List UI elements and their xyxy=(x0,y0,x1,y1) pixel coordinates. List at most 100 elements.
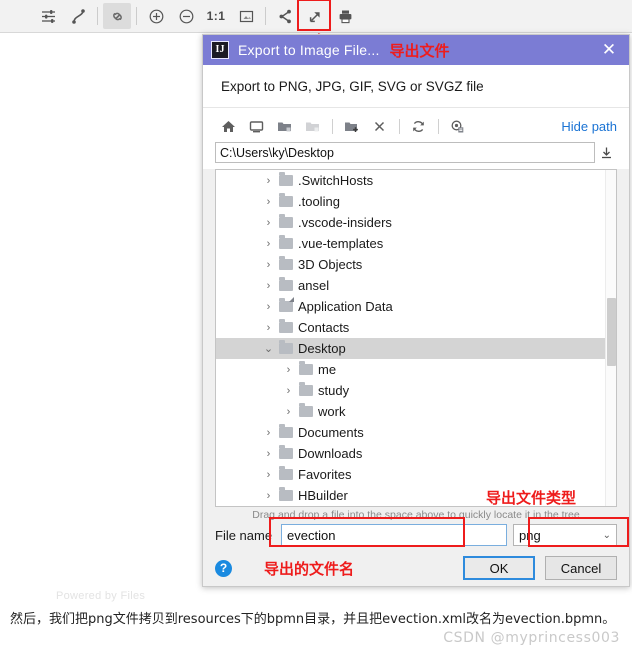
tree-row[interactable]: › Application Data xyxy=(216,296,605,317)
tree-row-label: HBuilder xyxy=(298,488,348,503)
tree-scrollbar-thumb[interactable] xyxy=(607,298,616,366)
delete-icon[interactable] xyxy=(366,115,392,137)
tree-row[interactable]: › study xyxy=(216,380,605,401)
path-toolbar-divider xyxy=(332,118,333,134)
chevron-right-icon[interactable]: › xyxy=(262,427,275,439)
toolbar-divider xyxy=(97,7,98,25)
chevron-right-icon[interactable]: › xyxy=(262,448,275,460)
export-image-icon[interactable] xyxy=(297,0,331,31)
tree-row-label: Desktop xyxy=(298,341,346,356)
tree-row-label: .tooling xyxy=(298,194,340,209)
tree-row[interactable]: › 3D Objects xyxy=(216,254,605,275)
folder-icon xyxy=(279,277,293,291)
tree-row-label: .vue-templates xyxy=(298,236,384,251)
tree-row[interactable]: › ansel xyxy=(216,275,605,296)
chevron-right-icon[interactable]: › xyxy=(262,259,275,271)
drag-drop-hint: Drag and drop a file into the space abov… xyxy=(203,507,629,522)
dialog-title: Export to Image File... xyxy=(238,42,380,58)
desktop-icon[interactable] xyxy=(243,115,269,137)
refresh-icon[interactable] xyxy=(405,115,431,137)
toolbar-divider-3 xyxy=(265,7,266,25)
path-dropdown-icon[interactable] xyxy=(595,146,617,159)
tree-row[interactable]: › Documents xyxy=(216,422,605,443)
home-icon[interactable] xyxy=(215,115,241,137)
dialog-titlebar: IJ Export to Image File... 导出文件 ✕ xyxy=(203,35,629,65)
show-hidden-files-icon[interactable] xyxy=(444,115,470,137)
chevron-right-icon[interactable]: › xyxy=(282,364,295,376)
tree-row-label: Favorites xyxy=(298,467,352,482)
tree-row-label: .SwitchHosts xyxy=(298,173,374,188)
chevron-right-icon[interactable]: › xyxy=(262,469,275,481)
tree-row[interactable]: › Downloads xyxy=(216,443,605,464)
help-icon[interactable]: ? xyxy=(215,559,232,577)
export-image-dialog: IJ Export to Image File... 导出文件 ✕ Export… xyxy=(202,34,630,587)
filetype-annotation-text: 导出文件类型 xyxy=(486,489,577,507)
directory-tree-rows: › .SwitchHosts › .tooling › .vscode-insiders ›… xyxy=(216,170,605,506)
dialog-subtitle: Export to PNG, JPG, GIF, SVG or SVGZ fil… xyxy=(203,65,629,108)
chevron-right-icon[interactable]: › xyxy=(262,196,275,208)
folder-icon xyxy=(279,235,293,249)
folder-icon xyxy=(299,382,313,396)
folder-icon xyxy=(279,193,293,207)
folder-expand-icon[interactable] xyxy=(271,115,297,137)
article-body-text: 然后，我们把png文件拷贝到resources下的bpmn目录，并且把evect… xyxy=(10,612,616,627)
file-format-select[interactable]: png ⌄ xyxy=(513,524,617,546)
link-attach-icon[interactable] xyxy=(103,3,131,29)
fit-to-screen-icon[interactable] xyxy=(232,3,260,29)
chevron-down-icon: ⌄ xyxy=(602,529,611,541)
print-icon[interactable] xyxy=(331,3,359,29)
tree-row[interactable]: › .vscode-insiders xyxy=(216,212,605,233)
tree-row-label: 3D Objects xyxy=(298,257,363,272)
path-toolbar-divider-2 xyxy=(399,118,400,134)
chevron-right-icon[interactable]: › xyxy=(262,322,275,334)
chevron-right-icon[interactable]: › xyxy=(262,490,275,502)
chevron-right-icon[interactable]: › xyxy=(282,406,295,418)
path-input[interactable]: C:\Users\ky\Desktop xyxy=(215,142,595,163)
zoom-actual-size-label: 1:1 xyxy=(206,9,226,23)
ok-button[interactable]: OK xyxy=(463,556,535,580)
folder-icon xyxy=(279,172,293,186)
tree-row[interactable]: › me xyxy=(216,359,605,380)
zoom-in-icon[interactable] xyxy=(142,3,170,29)
share-icon[interactable] xyxy=(271,3,299,29)
chevron-right-icon[interactable]: › xyxy=(262,175,275,187)
cancel-button[interactable]: Cancel xyxy=(545,556,617,580)
settings-sliders-icon[interactable] xyxy=(34,3,62,29)
chevron-right-icon[interactable]: › xyxy=(262,238,275,250)
zoom-actual-size-icon[interactable]: 1:1 xyxy=(202,3,230,29)
folder-icon xyxy=(279,340,293,354)
tree-row-label: Downloads xyxy=(298,446,363,461)
tree-row[interactable]: › .SwitchHosts xyxy=(216,170,605,191)
chevron-right-icon[interactable]: › xyxy=(262,301,275,313)
zoom-out-icon[interactable] xyxy=(172,3,200,29)
tree-row[interactable]: › Contacts xyxy=(216,317,605,338)
directory-tree[interactable]: › .SwitchHosts › .tooling › .vscode-insiders ›… xyxy=(215,169,617,507)
tree-row[interactable]: › work xyxy=(216,401,605,422)
hide-path-link[interactable]: Hide path xyxy=(561,119,617,134)
path-input-row: C:\Users\ky\Desktop xyxy=(203,140,629,169)
chevron-down-icon[interactable]: ⌄ xyxy=(262,342,275,355)
dialog-button-row: ? 导出的文件名 OK Cancel xyxy=(203,548,629,588)
file-name-row: File name evection png ⌄ xyxy=(203,522,629,548)
chevron-right-icon[interactable]: › xyxy=(282,385,295,397)
tree-row-label: Documents xyxy=(298,425,364,440)
new-folder-icon[interactable] xyxy=(338,115,364,137)
folder-icon xyxy=(279,424,293,438)
path-toolbar-divider-3 xyxy=(438,118,439,134)
close-icon[interactable]: ✕ xyxy=(589,35,629,65)
tree-row-label: study xyxy=(318,383,350,398)
chevron-right-icon[interactable]: › xyxy=(262,217,275,229)
tree-row-label: Application Data xyxy=(298,299,393,314)
app-toolbar: 1:1 xyxy=(0,0,632,33)
curve-connector-icon[interactable] xyxy=(64,3,92,29)
tree-row[interactable]: › .tooling xyxy=(216,191,605,212)
folder-icon xyxy=(279,466,293,480)
filename-annotation-text: 导出的文件名 xyxy=(264,559,355,578)
tree-scrollbar[interactable] xyxy=(605,170,616,506)
tree-row[interactable]: › Favorites xyxy=(216,464,605,485)
tree-row[interactable]: ⌄ Desktop xyxy=(216,338,605,359)
chevron-right-icon[interactable]: › xyxy=(262,280,275,292)
folder-collapse-icon[interactable] xyxy=(299,115,325,137)
tree-row[interactable]: › .vue-templates xyxy=(216,233,605,254)
file-name-input[interactable]: evection xyxy=(281,524,507,546)
